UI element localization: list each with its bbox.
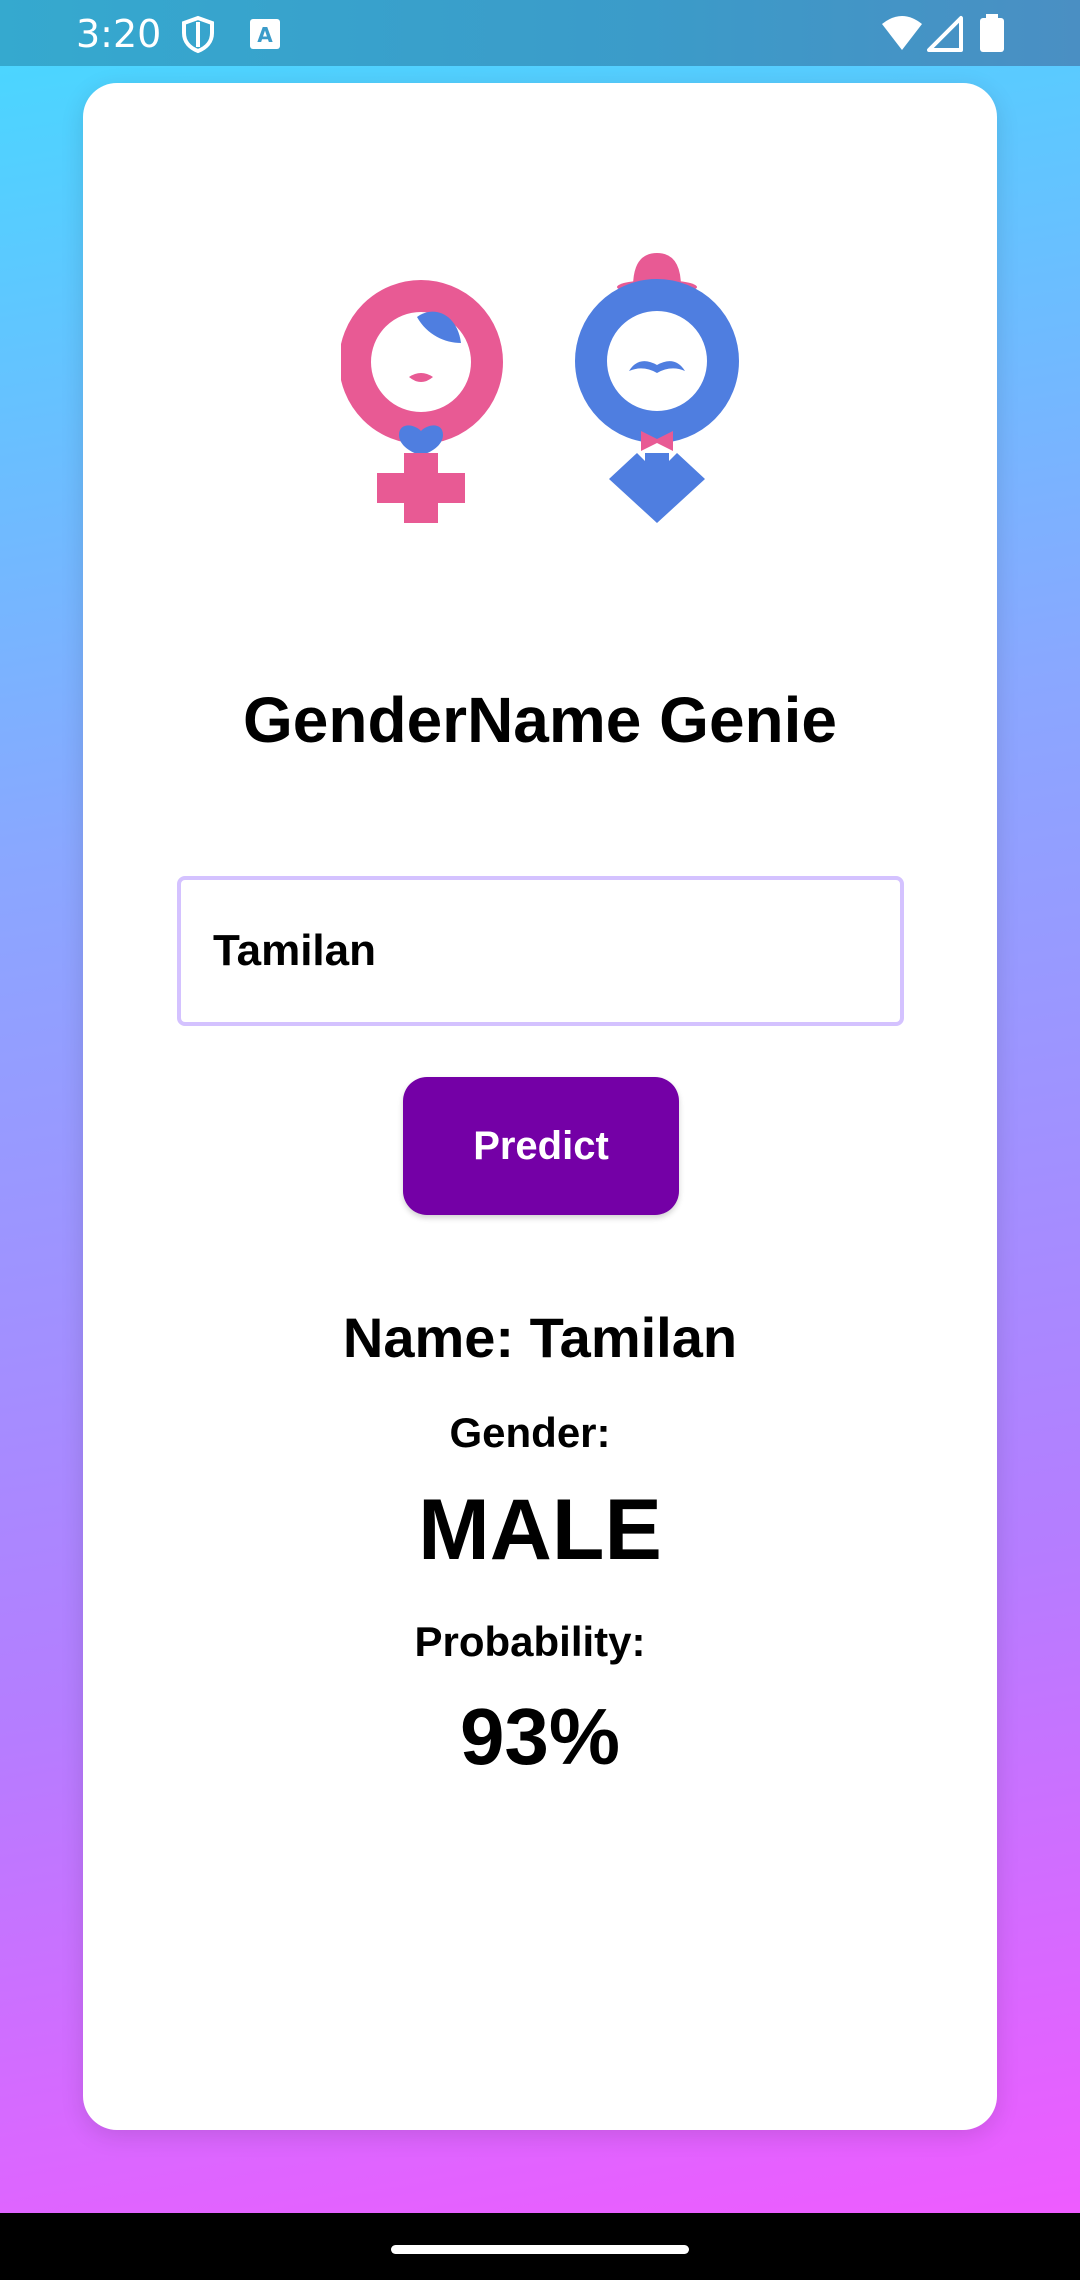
male-symbol-icon bbox=[575, 253, 739, 523]
predict-button[interactable]: Predict bbox=[403, 1077, 679, 1215]
battery-icon bbox=[980, 14, 1004, 52]
probability-value: 93% bbox=[459, 1692, 621, 1781]
female-symbol-icon bbox=[341, 280, 503, 523]
shield-icon bbox=[182, 15, 214, 54]
wifi-icon bbox=[882, 16, 922, 50]
app-title: GenderName Genie bbox=[243, 684, 837, 756]
status-time: 3:20 bbox=[76, 12, 162, 56]
gender-label: Gender: bbox=[449, 1409, 611, 1456]
gender-value: MALE bbox=[418, 1482, 662, 1578]
svg-text:A: A bbox=[257, 23, 273, 47]
main-card: GenderName Genie Predict Name: Tamilan G… bbox=[83, 83, 997, 2130]
name-input[interactable] bbox=[177, 876, 904, 1026]
home-gesture-handle[interactable] bbox=[391, 2245, 689, 2254]
result-name-value: Tamilan bbox=[529, 1306, 738, 1369]
accessibility-a-icon: A bbox=[250, 19, 280, 49]
status-bar: 3:20 A bbox=[0, 0, 1080, 66]
result-name-prefix: Name: bbox=[342, 1306, 530, 1369]
probability-label: Probability: bbox=[414, 1618, 646, 1665]
signal-icon bbox=[927, 16, 963, 52]
navigation-bar bbox=[0, 2213, 1080, 2280]
gender-symbols-logo-icon bbox=[341, 253, 739, 523]
result-name-line: Name: Tamilan bbox=[83, 1305, 997, 1370]
